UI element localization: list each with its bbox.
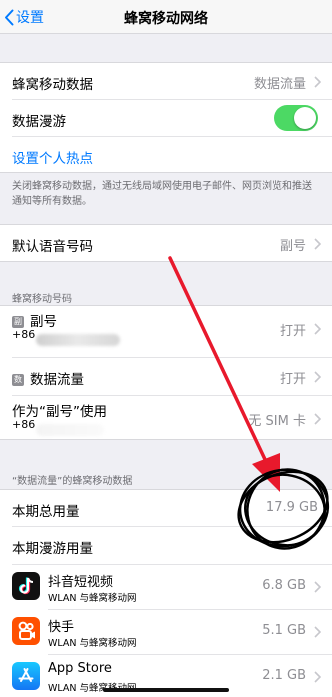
usage-group: 本期总用量 17.9 GB 本期漫游用量 抖音短视频 WLAN 与蜂窝移动网 6… — [0, 489, 332, 697]
app-row-kuaishou[interactable]: 快手 WLAN 与蜂窝移动网 5.1 GB — [0, 610, 332, 654]
app-store-icon — [12, 662, 40, 690]
home-indicator[interactable] — [103, 688, 229, 692]
plan-label: 数数据流量 — [12, 372, 84, 388]
sim-badge-icon: 副 — [12, 316, 24, 328]
current-period-row: 本期总用量 17.9 GB — [0, 490, 332, 527]
cellular-plans-group: 副副号 +86 打开 数数据流量 打开 作为“副号”使用 +86 无 SIM 卡 — [0, 305, 332, 440]
chevron-right-icon — [314, 238, 321, 250]
cellular-data-footnote: 关闭蜂窝移动数据，通过无线局域网使用电子邮件、网页浏览和推送通知等所有数据。 — [12, 181, 312, 207]
app-row-douyin[interactable]: 抖音短视频 WLAN 与蜂窝移动网 6.8 GB — [0, 565, 332, 609]
default-voice-label: 默认语音号码 — [12, 239, 93, 255]
personal-hotspot-row[interactable]: 设置个人热点 — [0, 137, 332, 174]
chevron-right-icon — [314, 671, 321, 683]
roaming-usage-label: 本期漫游用量 — [12, 541, 93, 557]
plan-number: +86 — [12, 418, 36, 431]
annotation-arrow-head — [252, 453, 280, 492]
navigation-bar: 设置 蜂窝移动网络 — [0, 0, 332, 34]
app-name: 抖音短视频 — [48, 575, 114, 590]
toggle-knob — [294, 107, 316, 129]
app-usage: 2.1 GB — [262, 668, 306, 683]
sim-badge-icon: 数 — [12, 374, 24, 386]
plan-row-data[interactable]: 数数据流量 打开 — [0, 358, 332, 395]
redacted-number — [36, 334, 120, 346]
cellular-data-label: 蜂窝移动数据 — [12, 77, 93, 93]
page-title: 蜂窝移动网络 — [124, 11, 208, 27]
personal-hotspot-link[interactable]: 设置个人热点 — [12, 147, 93, 167]
plan-label: 作为“副号”使用 — [12, 404, 107, 420]
plan-label: 副副号 — [12, 314, 57, 330]
data-roaming-toggle[interactable] — [274, 105, 318, 131]
chevron-right-icon — [314, 626, 321, 638]
plan-status: 无 SIM 卡 — [248, 414, 306, 429]
douyin-icon — [12, 572, 40, 600]
voice-line-group: 默认语音号码 副号 — [0, 224, 332, 262]
plan-number: +86 — [12, 328, 36, 341]
plan-row-use-as-secondary[interactable]: 作为“副号”使用 +86 无 SIM 卡 — [0, 396, 332, 440]
app-name: 快手 — [48, 620, 75, 635]
default-voice-value: 副号 — [279, 239, 306, 254]
current-period-label: 本期总用量 — [12, 504, 80, 520]
roaming-usage-row: 本期漫游用量 — [0, 527, 332, 564]
cellular-data-value: 数据流量 — [253, 77, 306, 92]
chevron-right-icon — [314, 371, 321, 383]
kuaishou-icon — [12, 617, 40, 645]
data-roaming-row: 数据漫游 — [0, 100, 332, 137]
chevron-right-icon — [314, 413, 321, 425]
app-name: App Store — [48, 661, 112, 676]
cellular-settings-group: 蜂窝移动数据 数据流量 数据漫游 设置个人热点 — [0, 62, 332, 173]
app-usage: 5.1 GB — [262, 623, 306, 638]
plan-row-secondary[interactable]: 副副号 +86 打开 — [0, 306, 332, 350]
plans-section-header: 蜂窝移动号码 — [12, 294, 72, 305]
usage-section-header: “数据流量”的蜂窝移动数据 — [12, 476, 133, 487]
chevron-right-icon — [314, 76, 321, 88]
chevron-right-icon — [314, 581, 321, 593]
data-roaming-label: 数据漫游 — [12, 114, 66, 130]
cellular-data-row[interactable]: 蜂窝移动数据 数据流量 — [0, 63, 332, 100]
plan-status: 打开 — [279, 324, 306, 339]
plan-status: 打开 — [279, 372, 306, 387]
app-usage: 6.8 GB — [262, 578, 306, 593]
current-period-value: 17.9 GB — [265, 500, 318, 515]
app-network: WLAN 与蜂窝移动网 — [48, 638, 137, 649]
chevron-right-icon — [314, 323, 321, 335]
app-network: WLAN 与蜂窝移动网 — [48, 593, 137, 604]
redacted-number — [36, 424, 104, 436]
default-voice-row[interactable]: 默认语音号码 副号 — [0, 225, 332, 262]
